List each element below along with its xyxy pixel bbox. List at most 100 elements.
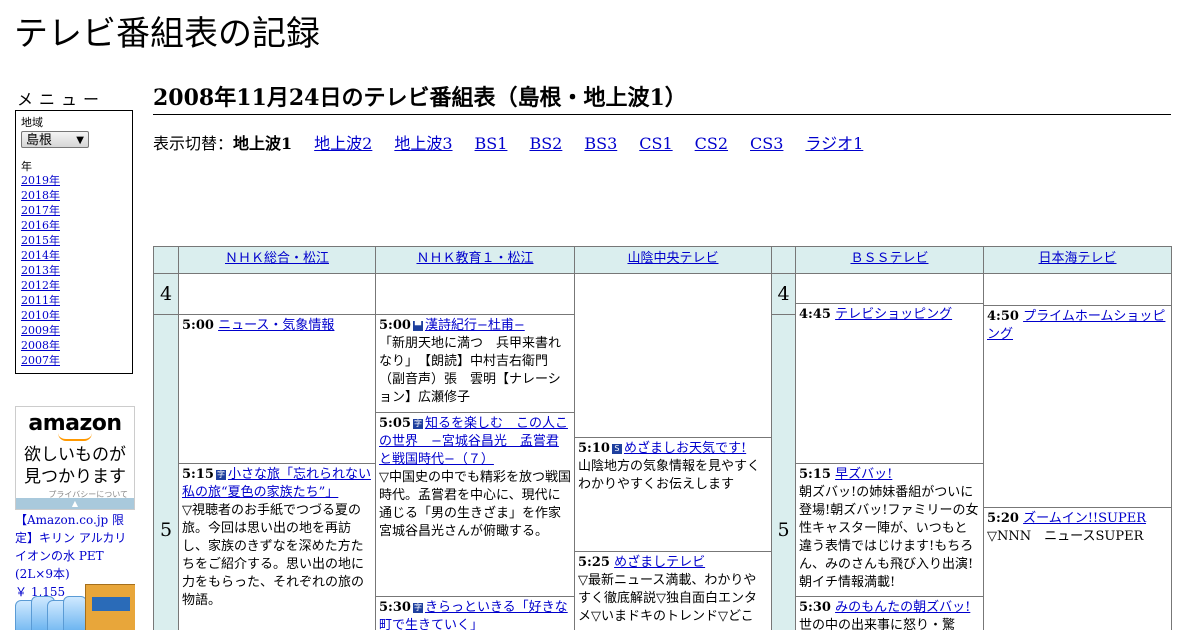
program-cell: 5:00 ニュース・気象情報 — [178, 314, 376, 464]
channel-link-nnt[interactable]: 日本海テレビ — [1038, 251, 1116, 266]
program-description: ▽NNN ニュースSUPER — [987, 529, 1144, 544]
ad-copy: 欲しいものが 見つかります — [16, 444, 134, 488]
caption-icon: 字 — [412, 419, 423, 429]
program-description: ▽最新ニュース満載、わかりやすく徹底解説▽独自面白エンタメ▽いまドキのトレンド▽… — [578, 573, 757, 624]
year-link[interactable]: 2018年 — [21, 188, 132, 203]
switcher-label: 表示切替： — [153, 134, 234, 153]
switcher-link[interactable]: CS1 — [639, 134, 672, 153]
broadcast-switcher: 表示切替：地上波1 地上波2 地上波3 BS1 BS2 BS3 CS1 CS2 CS3 ラジオ1 — [153, 134, 863, 154]
region-label: 地域 — [21, 116, 43, 129]
switcher-link[interactable]: CS3 — [750, 134, 783, 153]
program-cell-empty — [795, 273, 984, 304]
program-cell-empty — [375, 273, 575, 315]
year-link[interactable]: 2007年 — [21, 353, 132, 368]
page-title: 2008年11月24日のテレビ番組表（島根・地上波1） — [153, 84, 1171, 115]
menu-title: メニュー — [17, 90, 106, 109]
program-description: 「新朋天地に満つ 兵甲来書れなり」 【朗読】中村吉右衛門 （副音声）張 雲明【ナ… — [379, 336, 562, 405]
program-description: 山陰地方の気象情報を見やすくわかりやすくお伝えします — [578, 459, 761, 492]
channel-header: ＮＨＫ教育１・松江 — [375, 246, 575, 274]
caption-icon: 字 — [412, 603, 423, 613]
program-cell: 4:50 プライムホームショッピング — [983, 305, 1172, 508]
program-title-link[interactable]: めざましテレビ — [614, 555, 705, 570]
program-title-link[interactable]: ニュース・気象情報 — [218, 318, 334, 333]
channel-link-nhk-etv[interactable]: ＮＨＫ教育１・松江 — [416, 251, 533, 266]
ad-product-image[interactable] — [15, 582, 135, 630]
program-cell: 5:30 みのもんたの朝ズバッ! 世の中の出来事に怒り・驚 — [795, 596, 984, 630]
year-link[interactable]: 2019年 — [21, 173, 132, 188]
ad-copy-line1: 欲しいものが — [24, 445, 126, 465]
program-title-link[interactable]: ズームイン!!SUPER — [1023, 511, 1146, 526]
chevron-up-icon: ▲ — [71, 499, 79, 508]
year-link[interactable]: 2012年 — [21, 278, 132, 293]
program-description: 世の中の出来事に怒り・驚 — [799, 618, 956, 630]
channel-header: ＮＨＫ総合・松江 — [178, 246, 376, 274]
channel-header: 山陰中央テレビ — [574, 246, 772, 274]
ad-expand-bar[interactable]: ▲ — [16, 498, 134, 509]
switcher-link[interactable]: 地上波3 — [394, 134, 452, 153]
program-title-link[interactable]: テレビショッピング — [835, 307, 952, 322]
switcher-link[interactable]: 地上波2 — [314, 134, 372, 153]
switcher-link[interactable]: BS3 — [584, 134, 617, 153]
year-list: 2019年 2018年 2017年 2016年 2015年 2014年 2013年 2012年… — [21, 173, 132, 368]
year-link[interactable]: 2013年 — [21, 263, 132, 278]
program-cell: 5:10 S めざましお天気です! 山陰地方の気象情報を見やすくわかりやすくお伝えし… — [574, 437, 772, 552]
program-cell: 5:15 字小さな旅「忘れられない私の旅“夏色の家族たち”」 ▽視聴者のお手紙でつ… — [178, 463, 376, 630]
channel-link-bss[interactable]: ＢＳＳテレビ — [850, 251, 928, 266]
year-link[interactable]: 2011年 — [21, 293, 132, 308]
program-title-link[interactable]: 漢詩紀行−杜甫− — [425, 318, 525, 333]
program-cell-empty — [178, 273, 376, 315]
region-select-value: 島根 — [26, 133, 53, 148]
chevron-down-icon: ▼ — [76, 135, 84, 146]
amazon-ad-banner[interactable]: amazon 欲しいものが 見つかります プライバシーについて ▲ — [15, 406, 135, 510]
program-time: 5:00 — [379, 318, 411, 333]
switcher-link[interactable]: BS2 — [529, 134, 562, 153]
program-cell: 5:00 ▀ 漢詩紀行−杜甫− 「新朋天地に満つ 兵甲来書れなり」 【朗読】中村吉右… — [375, 314, 575, 413]
year-link[interactable]: 2017年 — [21, 203, 132, 218]
program-time: 5:30 — [799, 600, 831, 615]
amazon-logo: amazon — [28, 411, 122, 436]
channel-header: ＢＳＳテレビ — [795, 246, 984, 274]
ad-product-name[interactable]: 【Amazon.co.jp 限定】キリン アルカリイオンの水 PET (2L×9… — [15, 511, 135, 583]
data-broadcast-icon: ▀ — [412, 321, 423, 331]
site-title: テレビ番組表の記録 — [14, 14, 320, 54]
program-description: ▽中国史の中でも精彩を放つ戦国時代。孟嘗君を中心に、現代に通じる「男の生きざま」… — [379, 470, 571, 539]
year-link[interactable]: 2010年 — [21, 308, 132, 323]
program-time: 5:05 — [379, 416, 411, 431]
hour-cell: 5 — [771, 314, 796, 630]
hour-cell: 4 — [153, 273, 179, 315]
year-link[interactable]: 2015年 — [21, 233, 132, 248]
year-link[interactable]: 2016年 — [21, 218, 132, 233]
corner-cell — [771, 246, 796, 274]
program-cell: 5:20 ズームイン!!SUPER ▽NNN ニュースSUPER — [983, 507, 1172, 630]
switcher-current: 地上波1 — [233, 134, 293, 153]
program-cell-empty — [574, 273, 772, 438]
ad-copy-line2: 見つかります — [24, 467, 126, 487]
program-cell: 5:15 早ズバッ! 朝ズバッ!の姉妹番組がついに登場!朝ズバッ!ファミリーの女… — [795, 463, 984, 597]
program-cell: 5:05 字知るを楽しむ この人この世界 −宮城谷昌光 孟嘗君と戦国時代−（７） … — [375, 412, 575, 597]
program-title-link[interactable]: めざましお天気です! — [624, 441, 746, 456]
program-grid: ＮＨＫ総合・松江 ＮＨＫ教育１・松江 山陰中央テレビ ＢＳＳテレビ 日本海テレビ… — [153, 246, 1172, 630]
menu-box: 地域 島根 ▼ 年 2019年 2018年 2017年 2016年 2015年 2014年… — [15, 110, 133, 374]
channel-link-tsk[interactable]: 山陰中央テレビ — [627, 251, 718, 266]
program-title-link[interactable]: 早ズバッ! — [835, 467, 892, 482]
channel-header: 日本海テレビ — [983, 246, 1172, 274]
program-cell: 5:30 字きらっといきる「好きな町で生きていく」 — [375, 596, 575, 630]
year-link[interactable]: 2008年 — [21, 338, 132, 353]
program-time: 5:00 — [182, 318, 214, 333]
hour-cell: 4 — [771, 273, 796, 315]
region-select[interactable]: 島根 ▼ — [21, 131, 89, 148]
year-link[interactable]: 2014年 — [21, 248, 132, 263]
program-time: 4:45 — [799, 307, 831, 322]
switcher-link[interactable]: ラジオ1 — [805, 134, 863, 153]
switcher-link[interactable]: CS2 — [695, 134, 728, 153]
program-title-link[interactable]: みのもんたの朝ズバッ! — [835, 600, 970, 615]
channel-link-nhk-sogo[interactable]: ＮＨＫ総合・松江 — [225, 251, 329, 266]
stereo-icon: S — [611, 444, 622, 454]
program-cell-empty — [983, 273, 1172, 306]
program-time: 5:15 — [182, 467, 214, 482]
caption-icon: 字 — [215, 470, 226, 480]
switcher-link[interactable]: BS1 — [475, 134, 508, 153]
program-time: 5:30 — [379, 600, 411, 615]
hour-cell: 5 — [153, 314, 179, 630]
year-link[interactable]: 2009年 — [21, 323, 132, 338]
